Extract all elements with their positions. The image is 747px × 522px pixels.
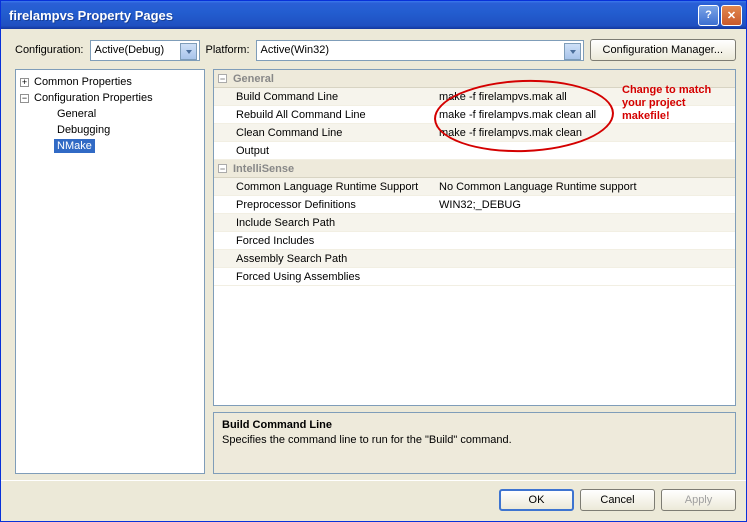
row-forced-includes[interactable]: Forced Includes <box>214 232 735 250</box>
minus-icon[interactable]: − <box>218 74 227 83</box>
platform-combo[interactable]: Active(Win32) <box>256 40 584 61</box>
window-title: firelampvs Property Pages <box>9 8 698 23</box>
row-include-search[interactable]: Include Search Path <box>214 214 735 232</box>
tree-item-nmake[interactable]: NMake <box>18 138 202 154</box>
minus-icon[interactable]: − <box>20 94 29 103</box>
tree-item-debugging[interactable]: Debugging <box>18 122 202 138</box>
description-text: Specifies the command line to run for th… <box>222 434 727 446</box>
close-button[interactable]: ✕ <box>721 5 742 26</box>
ok-button[interactable]: OK <box>499 489 574 511</box>
plus-icon[interactable]: + <box>20 78 29 87</box>
tree-item-common-properties[interactable]: + Common Properties <box>18 74 202 90</box>
row-build-command[interactable]: Build Command Line make -f firelampvs.ma… <box>214 88 735 106</box>
minus-icon[interactable]: − <box>218 164 227 173</box>
row-forced-assemblies[interactable]: Forced Using Assemblies <box>214 268 735 286</box>
titlebar: firelampvs Property Pages ? ✕ <box>1 1 746 29</box>
apply-button[interactable]: Apply <box>661 489 736 511</box>
properties-grid[interactable]: − General Build Command Line make -f fir… <box>213 69 736 406</box>
group-intellisense[interactable]: − IntelliSense <box>214 160 735 178</box>
row-output[interactable]: Output <box>214 142 735 160</box>
tree-item-configuration-properties[interactable]: − Configuration Properties <box>18 90 202 106</box>
row-assembly-search[interactable]: Assembly Search Path <box>214 250 735 268</box>
row-preprocessor[interactable]: Preprocessor Definitions WIN32;_DEBUG <box>214 196 735 214</box>
configuration-combo[interactable]: Active(Debug) <box>90 40 200 61</box>
row-clr-support[interactable]: Common Language Runtime Support No Commo… <box>214 178 735 196</box>
property-pages-window: firelampvs Property Pages ? ✕ Configurat… <box>0 0 747 522</box>
row-rebuild-command[interactable]: Rebuild All Command Line make -f firelam… <box>214 106 735 124</box>
configuration-manager-button[interactable]: Configuration Manager... <box>590 39 736 61</box>
categories-tree[interactable]: + Common Properties − Configuration Prop… <box>15 69 205 474</box>
row-clean-command[interactable]: Clean Command Line make -f firelampvs.ma… <box>214 124 735 142</box>
description-panel: Build Command Line Specifies the command… <box>213 412 736 474</box>
help-button[interactable]: ? <box>698 5 719 26</box>
configuration-label: Configuration: <box>15 44 84 56</box>
tree-item-general[interactable]: General <box>18 106 202 122</box>
description-title: Build Command Line <box>222 419 727 431</box>
cancel-button[interactable]: Cancel <box>580 489 655 511</box>
platform-label: Platform: <box>206 44 250 56</box>
toolbar: Configuration: Active(Debug) Platform: A… <box>1 29 746 69</box>
dialog-footer: OK Cancel Apply <box>1 480 746 521</box>
group-general[interactable]: − General <box>214 70 735 88</box>
